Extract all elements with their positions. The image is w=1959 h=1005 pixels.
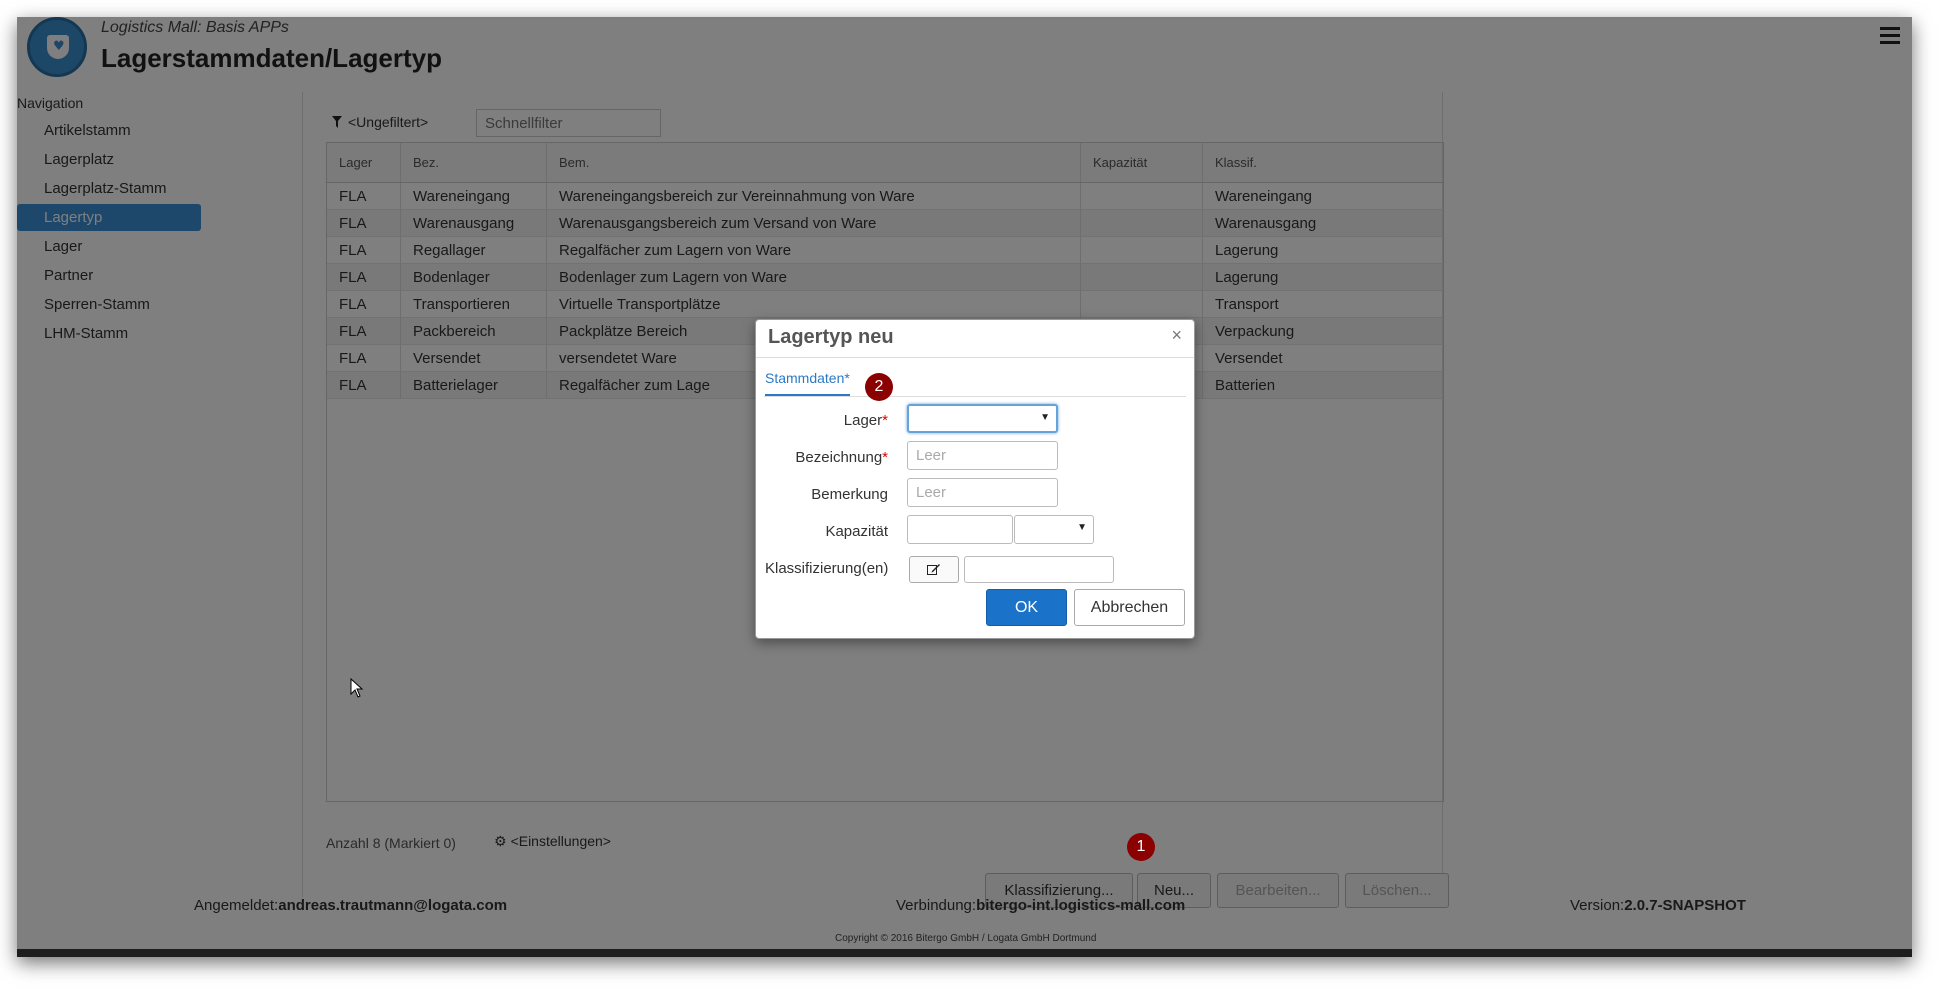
bezeichnung-label: Bezeichnung* [795, 449, 888, 466]
dropdown-arrow-icon: ▼ [1077, 522, 1087, 533]
divider [756, 357, 1194, 358]
dialog-title: Lagertyp neu [768, 326, 894, 348]
tab-underline [764, 396, 1186, 397]
ok-button[interactable]: OK [986, 589, 1067, 626]
annotation-badge-2: 2 [865, 373, 893, 401]
kapazitaet-input[interactable] [907, 515, 1013, 544]
lager-label: Lager* [843, 412, 888, 429]
bemerkung-input[interactable] [907, 478, 1058, 507]
edit-klassifizierung-button[interactable] [909, 556, 959, 583]
edit-icon [927, 564, 940, 575]
bezeichnung-input[interactable] [907, 441, 1058, 470]
lager-select[interactable]: ▼ [907, 404, 1058, 433]
klassifizierung-input[interactable] [964, 556, 1114, 583]
annotation-badge-1: 1 [1127, 833, 1155, 861]
kapazitaet-unit-select[interactable]: ▼ [1014, 515, 1094, 544]
bemerkung-label: Bemerkung [811, 486, 888, 503]
klassifizierung-label: Klassifizierung(en) [765, 560, 889, 577]
app-window: ♥ Logistics Mall: Basis APPs Lagerstammd… [17, 17, 1912, 957]
mouse-cursor-icon [350, 678, 364, 698]
cancel-button[interactable]: Abbrechen [1074, 589, 1185, 626]
dropdown-arrow-icon: ▼ [1040, 412, 1050, 423]
tab-stammdaten[interactable]: Stammdaten* [765, 370, 850, 396]
kapazitaet-label: Kapazität [825, 523, 888, 540]
close-icon[interactable]: × [1171, 325, 1182, 346]
lagertyp-new-dialog: Lagertyp neu × Stammdaten* 2 Lager* ▼ Be… [755, 319, 1195, 639]
